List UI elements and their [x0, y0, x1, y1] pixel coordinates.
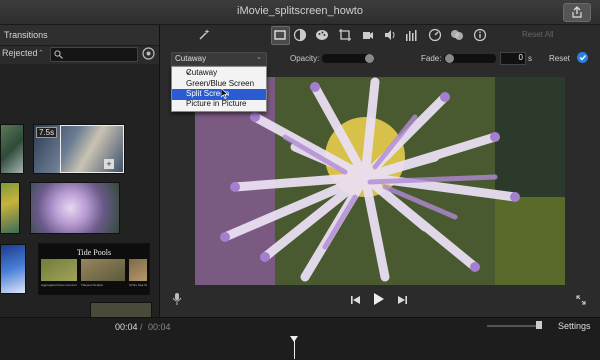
- search-icon: [54, 50, 63, 59]
- fade-slider-knob[interactable]: [444, 54, 454, 63]
- timeline[interactable]: [0, 317, 600, 360]
- clip-duration-badge: 7.5s: [36, 127, 58, 138]
- crop-icon[interactable]: [338, 28, 352, 42]
- reset-button[interactable]: Reset: [549, 54, 570, 63]
- share-button[interactable]: [563, 3, 591, 22]
- equalizer-icon[interactable]: [405, 28, 419, 42]
- zoom-slider-knob[interactable]: [536, 321, 542, 329]
- timecode-separator: /: [140, 322, 143, 332]
- mouse-cursor-icon: [221, 88, 229, 99]
- menu-item-picture-in-picture[interactable]: Picture in Picture: [172, 99, 266, 110]
- total-timecode: 00:04: [148, 322, 171, 332]
- opacity-label: Opacity:: [290, 54, 320, 63]
- title-bar: iMovie_splitscreen_howto: [0, 0, 600, 25]
- clip-thumbnail[interactable]: [0, 244, 26, 294]
- opacity-slider-knob[interactable]: [365, 54, 374, 63]
- play-icon[interactable]: [373, 292, 385, 306]
- camera-icon[interactable]: [361, 28, 375, 42]
- chevron-down-icon: ⌄: [256, 54, 262, 61]
- reset-all-button[interactable]: Reset All: [522, 30, 554, 39]
- menu-item-label: Picture in Picture: [186, 99, 247, 108]
- playhead[interactable]: [294, 338, 295, 359]
- apply-checkmark-button[interactable]: [577, 52, 588, 63]
- title-card-text: Tide Pools: [76, 248, 112, 257]
- title-card-caption: Tidepool Sculpin: [81, 283, 104, 287]
- zoom-slider[interactable]: [487, 325, 537, 327]
- filter-icon[interactable]: [450, 28, 464, 42]
- title-card-image: [81, 259, 125, 281]
- window-title: iMovie_splitscreen_howto: [237, 5, 363, 17]
- clip-thumbnail[interactable]: [0, 124, 24, 174]
- fade-unit: s: [528, 54, 532, 63]
- title-card-image: [129, 259, 147, 281]
- title-card-caption: Aggregated Green Anemone: [41, 283, 77, 287]
- browser-title: Transitions: [4, 30, 48, 40]
- clip-thumbnail[interactable]: 7.5s +: [33, 124, 125, 174]
- speedometer-icon[interactable]: [428, 28, 442, 42]
- overlay-style-select[interactable]: Cutaway ⌄: [171, 52, 267, 66]
- fade-label: Fade:: [421, 54, 442, 63]
- menu-item-label: Cutaway: [186, 68, 218, 77]
- overlay-style-menu: ✓ Cutaway Green/Blue Screen Split Screen…: [171, 66, 267, 112]
- filter-select[interactable]: Rejected: [2, 48, 38, 58]
- fade-duration-value: 0: [518, 53, 523, 62]
- color-palette-icon[interactable]: [315, 28, 329, 42]
- current-timecode: 00:04: [115, 322, 138, 332]
- browser-settings-icon[interactable]: [142, 47, 155, 60]
- color-balance-icon[interactable]: [293, 28, 307, 42]
- title-card-caption: Ochre Sea Star: [129, 283, 147, 287]
- search-input[interactable]: [50, 47, 138, 62]
- tide-pools-title-clip[interactable]: Tide Pools Aggregated Green Anemone Tide…: [38, 243, 150, 295]
- browser-header: Transitions: [0, 25, 160, 46]
- overlay-style-value: Cutaway: [175, 54, 207, 63]
- selection-frame: [60, 125, 124, 173]
- timeline-settings-button[interactable]: Settings: [558, 321, 591, 331]
- clip-thumbnail[interactable]: [0, 182, 20, 234]
- clip-thumbnail[interactable]: [90, 302, 152, 318]
- chevron-down-icon: ⌃: [38, 50, 44, 57]
- fullscreen-icon[interactable]: [576, 295, 586, 305]
- menu-item-cutaway[interactable]: ✓ Cutaway: [172, 68, 266, 79]
- microphone-icon[interactable]: [172, 292, 182, 306]
- checkmark-icon: [579, 55, 587, 61]
- menu-item-label: Green/Blue Screen: [186, 79, 255, 88]
- clip-thumbnail[interactable]: [30, 182, 120, 234]
- add-clip-icon[interactable]: +: [104, 159, 114, 169]
- skip-back-icon[interactable]: [351, 295, 361, 305]
- magic-wand-icon[interactable]: [197, 28, 211, 42]
- title-card-image: [41, 259, 77, 281]
- info-icon[interactable]: [473, 28, 487, 42]
- skip-forward-icon[interactable]: [397, 295, 407, 305]
- share-icon: [572, 6, 582, 18]
- volume-icon[interactable]: [383, 28, 397, 42]
- fade-duration-input[interactable]: 0: [500, 52, 526, 65]
- crop-frame-icon: [274, 30, 286, 40]
